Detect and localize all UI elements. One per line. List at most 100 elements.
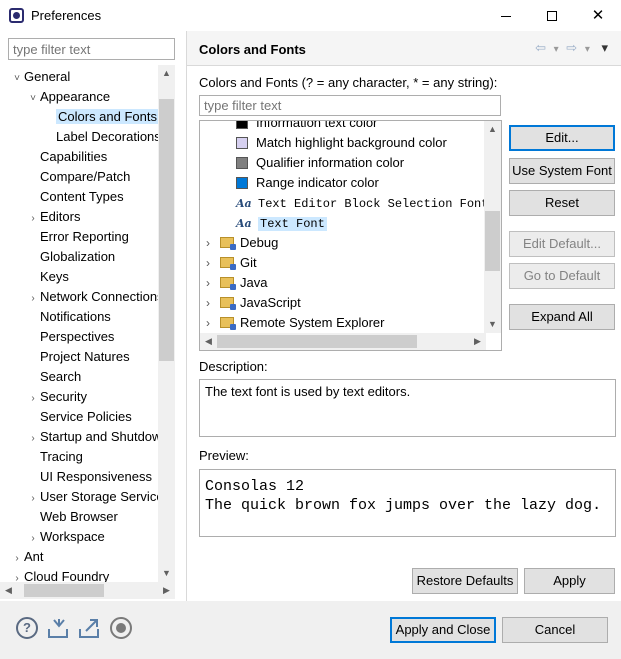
view-menu-icon[interactable]: ▾ xyxy=(601,40,608,55)
color-font-item[interactable]: › JavaScript xyxy=(206,293,301,313)
tree-item[interactable]: Compare/Patch xyxy=(26,167,130,187)
apply-and-close-button[interactable]: Apply and Close xyxy=(390,617,496,643)
tree-item[interactable]: › Startup and Shutdown xyxy=(26,427,158,447)
import-icon[interactable] xyxy=(47,617,69,639)
chevron-right-icon[interactable]: › xyxy=(206,273,220,293)
color-font-item[interactable]: › Debug xyxy=(206,233,278,253)
restore-defaults-button[interactable]: Restore Defaults xyxy=(412,568,518,594)
scroll-left-icon[interactable]: ◀ xyxy=(200,333,217,350)
folder-icon xyxy=(220,297,236,310)
forward-arrow-icon[interactable]: ⇨ xyxy=(566,40,577,55)
color-swatch-icon xyxy=(236,177,248,189)
help-icon[interactable]: ? xyxy=(16,617,38,639)
color-font-item[interactable]: Aa Text Font xyxy=(236,213,327,233)
scroll-up-icon[interactable]: ▲ xyxy=(484,121,501,138)
use-system-font-button[interactable]: Use System Font xyxy=(509,158,615,184)
minimize-button[interactable] xyxy=(483,0,529,31)
scroll-right-icon[interactable]: ▶ xyxy=(158,582,175,599)
chevron-right-icon[interactable]: › xyxy=(206,253,220,273)
tree-item[interactable]: › Editors xyxy=(26,207,80,227)
tree-horizontal-scrollbar[interactable]: ◀ ▶ xyxy=(0,582,175,599)
close-button[interactable]: ✕ xyxy=(575,0,621,31)
chevron-right-icon[interactable]: › xyxy=(26,429,40,449)
maximize-button[interactable] xyxy=(529,0,575,31)
tree-item[interactable]: Keys xyxy=(26,267,69,287)
tree-item[interactable]: Service Policies xyxy=(26,407,132,427)
export-icon[interactable] xyxy=(78,617,100,639)
scroll-left-icon[interactable]: ◀ xyxy=(0,582,17,599)
tree-vertical-scrollbar[interactable]: ▲ ▼ xyxy=(158,65,175,582)
tree-item[interactable]: › Workspace xyxy=(26,527,104,549)
tree-item[interactable]: Perspectives xyxy=(26,327,114,347)
go-to-default-button[interactable]: Go to Default xyxy=(509,263,615,289)
chevron-right-icon[interactable]: › xyxy=(26,209,40,229)
cancel-button[interactable]: Cancel xyxy=(502,617,608,643)
tree-item[interactable]: Search xyxy=(26,367,81,387)
record-icon[interactable] xyxy=(110,617,132,639)
color-font-item[interactable]: › Git xyxy=(206,253,257,273)
tree-item[interactable]: UI Responsiveness xyxy=(26,467,152,487)
tree-item[interactable]: Notifications xyxy=(26,307,111,327)
chevron-right-icon[interactable]: › xyxy=(206,233,220,253)
color-font-item-label: Information text color xyxy=(256,121,378,130)
color-font-item[interactable]: › Remote System Explorer xyxy=(206,313,385,333)
chevron-right-icon[interactable]: › xyxy=(26,289,40,309)
forward-menu-icon[interactable]: ▾ xyxy=(585,44,590,55)
scroll-thumb[interactable] xyxy=(485,211,500,271)
back-menu-icon[interactable]: ▾ xyxy=(554,44,559,55)
tree-item[interactable]: ˅ General xyxy=(10,67,70,87)
tree-item[interactable]: › Ant xyxy=(10,547,43,569)
tree-item[interactable]: Colors and Fonts xyxy=(42,107,158,127)
edit-button[interactable]: Edit... xyxy=(509,125,615,151)
tree-item[interactable]: Tracing xyxy=(26,447,83,467)
scroll-thumb[interactable] xyxy=(159,99,174,361)
chevron-right-icon[interactable]: › xyxy=(26,389,40,409)
color-font-item[interactable]: Match highlight background color xyxy=(236,133,447,153)
tree-item[interactable]: › Security xyxy=(26,387,87,407)
tree-item[interactable]: Content Types xyxy=(26,187,124,207)
chevron-right-icon[interactable]: › xyxy=(10,549,24,569)
edit-default-button[interactable]: Edit Default... xyxy=(509,231,615,257)
chevron-right-icon[interactable]: › xyxy=(26,529,40,549)
scroll-thumb[interactable] xyxy=(217,335,417,348)
color-font-item[interactable]: Qualifier information color xyxy=(236,153,404,173)
chevron-right-icon[interactable]: › xyxy=(206,313,220,333)
colors-filter-input[interactable] xyxy=(199,95,501,116)
tree-item[interactable]: › Cloud Foundry xyxy=(10,567,109,582)
color-font-item[interactable]: Information text color xyxy=(236,121,377,133)
tree-item-label: Service Policies xyxy=(40,409,132,424)
tree-item[interactable]: ˅ Appearance xyxy=(26,87,110,107)
preview-label: Preview: xyxy=(199,448,249,463)
chevron-right-icon[interactable]: › xyxy=(26,489,40,509)
chevron-right-icon[interactable]: › xyxy=(10,569,24,582)
reset-button[interactable]: Reset xyxy=(509,190,615,216)
colors-tree-vertical-scrollbar[interactable]: ▲ ▼ xyxy=(484,121,501,333)
tree-item[interactable]: Globalization xyxy=(26,247,115,267)
expand-all-button[interactable]: Expand All xyxy=(509,304,615,330)
filter-input[interactable] xyxy=(8,38,175,60)
tree-item[interactable]: › Network Connections xyxy=(26,287,158,307)
chevron-down-icon[interactable]: ˅ xyxy=(26,89,40,109)
tree-item-label: Keys xyxy=(40,269,69,284)
color-font-item[interactable]: Range indicator color xyxy=(236,173,379,193)
scroll-up-icon[interactable]: ▲ xyxy=(158,65,175,82)
scroll-down-icon[interactable]: ▼ xyxy=(158,565,175,582)
scroll-thumb[interactable] xyxy=(24,584,104,597)
tree-item[interactable]: Web Browser xyxy=(26,507,118,527)
scroll-right-icon[interactable]: ▶ xyxy=(469,333,486,350)
color-font-item[interactable]: › Java xyxy=(206,273,267,293)
scroll-down-icon[interactable]: ▼ xyxy=(484,316,501,333)
tree-item[interactable]: Project Natures xyxy=(26,347,130,367)
tree-item[interactable]: › User Storage Service xyxy=(26,487,158,507)
tree-item[interactable]: Capabilities xyxy=(26,147,107,167)
tree-item-label: Startup and Shutdown xyxy=(40,429,158,444)
tree-item[interactable]: Label Decorations xyxy=(42,127,158,147)
colors-tree-horizontal-scrollbar[interactable]: ◀ ▶ xyxy=(200,333,486,350)
tree-item[interactable]: Error Reporting xyxy=(26,227,129,247)
color-font-item[interactable]: Aa Text Editor Block Selection Font xyxy=(236,193,486,213)
chevron-right-icon[interactable]: › xyxy=(206,293,220,313)
apply-button[interactable]: Apply xyxy=(524,568,615,594)
color-swatch-icon xyxy=(236,121,248,129)
chevron-down-icon[interactable]: ˅ xyxy=(10,69,24,89)
back-arrow-icon[interactable]: ⇦ xyxy=(535,40,546,55)
